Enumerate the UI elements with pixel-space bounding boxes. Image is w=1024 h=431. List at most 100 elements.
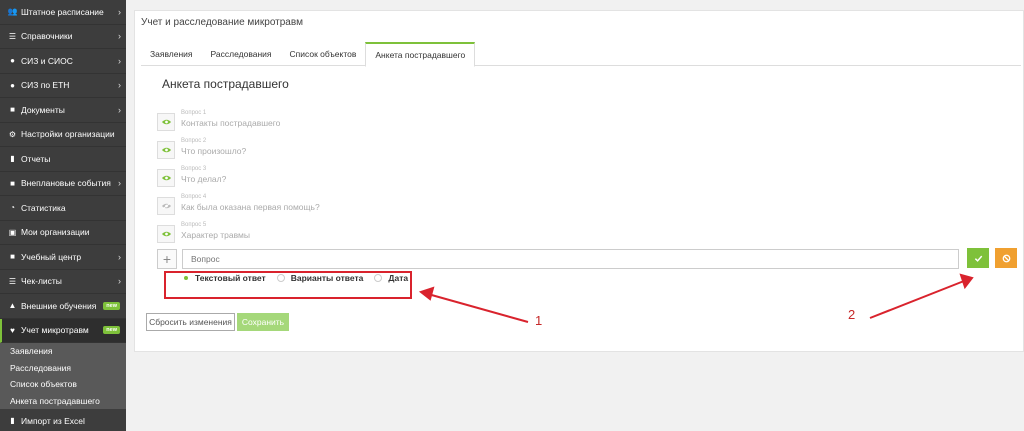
sidebar-item-import-excel[interactable]: ▮ Импорт из Excel [0,409,126,431]
sidebar-item-label: Статистика [21,202,66,213]
question-text: Характер травмы [181,230,251,240]
gear-icon: ⚙ [8,129,17,139]
sidebar-item-label: Отчеты [21,153,51,164]
sidebar-item-label: Штатное расписание [21,6,104,17]
sidebar-item-label: Внешние обучения [21,300,97,311]
sidebar-item[interactable]: ● СИЗ по ЕТН › [0,74,126,98]
graduation-cap-icon: ▲ [8,301,17,311]
add-question-button[interactable]: + [157,249,177,269]
group-icon: ● [10,56,15,66]
tab-victim-form[interactable]: Анкета пострадавшего [365,42,476,67]
sidebar-item[interactable]: ◔ Статистика [0,196,126,221]
page-title: Учет и расследование микротравм [141,17,303,28]
sidebar-item[interactable]: ● СИЗ и СИОС › [0,49,126,74]
eye-icon [161,175,171,181]
sidebar-item[interactable]: ☰ Чек-листы › [0,270,126,294]
chevron-right-icon: › [118,6,121,17]
sidebar-item[interactable]: 👥 Штатное расписание › [0,0,126,25]
eye-icon [161,202,171,210]
question-number: Вопрос 4 [181,194,207,200]
eye-icon [161,231,171,237]
sidebar-item-label: Документы [21,104,65,115]
sidebar-item-label: Чек-листы [21,276,62,287]
sidebar-item[interactable]: ▲ Внешние обучения new [0,294,126,319]
question-number: Вопрос 3 [181,166,207,172]
sidebar-item-label: Справочники [21,31,73,42]
question-number: Вопрос 1 [181,110,207,116]
users-icon: 👥 [7,7,18,17]
folder-icon: ■ [10,178,15,188]
question-row: Вопрос 1 Контакты пострадавшего [157,109,977,135]
question-text: Как была оказана первая помощь? [181,202,320,212]
toggle-visibility-button[interactable] [157,169,175,187]
chevron-right-icon: › [118,276,121,287]
list-icon: ☰ [8,31,17,41]
annotation-box [164,271,412,299]
question-row: Вопрос 4 Как была оказана первая помощь? [157,193,977,219]
pie-chart-icon: ◔ [10,203,15,213]
folder-icon: ■ [10,252,15,262]
toggle-visibility-button[interactable] [157,141,175,159]
sidebar-nav: 👥 Штатное расписание › ☰ Справочники › ● СИЗ и … [0,0,126,343]
sidebar-item-label: Импорт из Excel [21,415,85,426]
chevron-right-icon: › [118,80,121,91]
toggle-visibility-button[interactable] [157,197,175,215]
eye-icon [161,119,171,125]
sidebar-item[interactable]: ■ Документы › [0,98,126,123]
plus-icon: + [162,251,172,267]
question-text: Что делал? [181,174,227,184]
chevron-right-icon: › [118,104,121,115]
toggle-visibility-button[interactable] [157,113,175,131]
sidebar-item[interactable]: ▣ Мои организации [0,221,126,245]
toggle-visibility-button[interactable] [157,225,175,243]
sidebar-item[interactable]: ■ Учебный центр › [0,245,126,270]
question-text: Контакты пострадавшего [181,118,281,128]
sidebar-item-label: СИЗ и СИОС [21,55,73,66]
question-row: Вопрос 5 Характер травмы [157,221,977,247]
tab-bar: Заявления Расследования Список объектов … [141,42,1021,67]
sidebar-item-label: Мои организации [21,227,90,238]
sidebar-item[interactable]: ■ Внеплановые события › [0,172,126,196]
sidebar-item[interactable]: ▮ Отчеты [0,147,126,172]
sidebar-subnav: Заявления Расследования Список объектов … [0,343,126,409]
tab-applications[interactable]: Заявления [141,42,202,66]
tab-investigations[interactable]: Расследования [202,42,281,66]
eye-icon [161,147,171,153]
heart-icon: ♥ [10,325,15,335]
sidebar-item-label: Внеплановые события [21,178,111,189]
confirm-question-button[interactable] [967,248,989,268]
sidebar-item-label: Учебный центр [21,251,82,262]
subnav-item-victim-form[interactable]: Анкета пострадавшего [0,393,126,410]
question-row: Вопрос 2 Что произошло? [157,137,977,163]
sidebar-item-label: Учет микротравм [21,325,89,336]
sidebar: 👥 Штатное расписание › ☰ Справочники › ● СИЗ и … [0,0,126,431]
new-badge: new [103,301,120,310]
annotation-label-1: 1 [535,313,543,328]
question-input[interactable] [182,249,959,269]
add-question-row: + [157,248,1024,273]
sidebar-item[interactable]: ♥ Учет микротравм new [0,318,126,343]
file-icon: ▮ [10,416,15,426]
subnav-item-objects[interactable]: Список объектов [0,376,126,393]
subnav-item-investigations[interactable]: Расследования [0,360,126,377]
chevron-right-icon: › [118,178,121,189]
chevron-right-icon: › [118,55,121,66]
check-icon [974,255,982,262]
annotation-label-2: 2 [848,307,856,322]
file-icon: ▮ [10,154,15,164]
sidebar-item[interactable]: ⚙ Настройки организации [0,123,126,147]
ban-icon [1002,254,1010,262]
reset-changes-button[interactable]: Сбросить изменения [146,313,235,331]
tab-objects[interactable]: Список объектов [281,42,366,66]
chevron-right-icon: › [118,31,121,42]
question-number: Вопрос 2 [181,138,207,144]
briefcase-icon: ▣ [8,227,17,237]
sidebar-item-label: СИЗ по ЕТН [21,80,70,91]
save-button[interactable]: Сохранить [237,313,289,331]
sidebar-item[interactable]: ☰ Справочники › [0,25,126,49]
question-text: Что произошло? [181,146,247,156]
main-panel: Учет и расследование микротравм Заявлени… [134,10,1024,352]
chevron-right-icon: › [118,251,121,262]
cancel-question-button[interactable] [995,248,1017,268]
subnav-item-applications[interactable]: Заявления [0,343,126,360]
